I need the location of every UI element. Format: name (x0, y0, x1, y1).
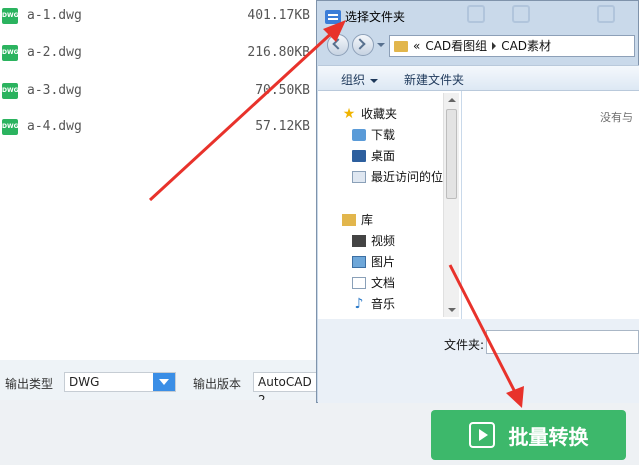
file-size: 70.50KB (255, 83, 310, 98)
nav-item-favorites[interactable]: ★ 收藏夹 (342, 105, 397, 122)
desktop-icon (352, 149, 366, 162)
nav-item-recent[interactable]: 最近访问的位置 (352, 168, 455, 185)
library-icon (342, 213, 356, 226)
address-chevrons[interactable]: « (413, 36, 420, 56)
folder-name-input[interactable] (486, 330, 639, 354)
file-name: a-3.dwg (27, 83, 82, 98)
address-nav-bar: « CAD看图组 CAD素材 (325, 33, 635, 59)
dialog-app-icon (325, 9, 341, 24)
picture-icon (352, 255, 366, 268)
file-size: 401.17KB (247, 8, 310, 23)
folder-name-row: 文件夹: (318, 319, 639, 403)
address-segment[interactable]: CAD素材 (501, 36, 551, 56)
folder-icon (394, 40, 408, 52)
ghost-icon (512, 5, 530, 23)
video-icon (352, 234, 366, 247)
scroll-down-icon[interactable] (448, 308, 456, 312)
file-size: 216.80KB (247, 45, 310, 60)
organize-label: 组织 (341, 73, 366, 87)
file-row[interactable]: DWG a-4.dwg 57.12KB (0, 117, 310, 137)
nav-label: 图片 (371, 255, 396, 269)
navigation-pane: ★ 收藏夹 下载 桌面 最近访问的位置 库 视频 图片 文档 ♪ 音乐 (318, 91, 461, 319)
back-icon (332, 38, 344, 50)
select-folder-dialog: 选择文件夹 « CAD看图组 CAD素材 组织 新建文件夹 ★ 收藏夹 下载 桌面… (316, 0, 639, 403)
music-icon: ♪ (354, 295, 364, 312)
dialog-title-text: 选择文件夹 (345, 10, 406, 24)
nav-item-libraries[interactable]: 库 (342, 211, 373, 228)
file-row[interactable]: DWG a-1.dwg 401.17KB (0, 6, 310, 26)
address-segment[interactable]: CAD看图组 (425, 36, 487, 56)
nav-label: 下载 (371, 128, 396, 142)
chevron-down-icon (370, 78, 379, 83)
new-folder-button[interactable]: 新建文件夹 (404, 71, 464, 88)
nav-label: 库 (361, 213, 374, 227)
dwg-file-icon: DWG (2, 45, 19, 61)
file-row[interactable]: DWG a-2.dwg 216.80KB (0, 43, 310, 63)
ghost-icon (467, 5, 485, 23)
nav-scrollbar[interactable] (443, 93, 459, 317)
scroll-thumb[interactable] (446, 109, 457, 199)
nav-label: 桌面 (371, 149, 396, 163)
nav-item-music[interactable]: ♪ 音乐 (352, 295, 395, 312)
output-type-value: DWG (69, 375, 100, 389)
back-button[interactable] (327, 34, 349, 56)
batch-convert-label: 批量转换 (508, 424, 589, 449)
screen: { "files": [ {"icon_text": "DWG", "name"… (0, 0, 639, 465)
nav-label: 音乐 (371, 297, 396, 311)
dwg-file-icon: DWG (2, 8, 19, 24)
title-bar-background-icons (437, 5, 637, 27)
play-icon (468, 422, 495, 448)
scroll-up-icon[interactable] (448, 98, 456, 102)
address-bar[interactable]: « CAD看图组 CAD素材 (389, 35, 635, 57)
file-size: 57.12KB (255, 119, 310, 134)
command-bar: 组织 新建文件夹 (318, 65, 639, 91)
file-view-pane[interactable]: 没有与 (462, 91, 639, 319)
output-version-select[interactable]: AutoCAD 2 (253, 372, 323, 407)
batch-convert-button[interactable]: 批量转换 (431, 410, 626, 460)
output-version-label: 输出版本 (193, 377, 242, 391)
folder-label: 文件夹: (444, 338, 485, 352)
recent-icon (352, 170, 366, 183)
nav-item-videos[interactable]: 视频 (352, 232, 395, 249)
star-icon: ★ (342, 105, 356, 122)
document-icon (352, 276, 366, 289)
nav-item-downloads[interactable]: 下载 (352, 126, 395, 143)
breadcrumb-arrow-icon[interactable] (492, 42, 497, 50)
select-arrow-icon[interactable] (153, 373, 175, 391)
output-type-label: 输出类型 (5, 377, 54, 391)
organize-button[interactable]: 组织 (341, 71, 379, 88)
nav-label: 视频 (371, 234, 396, 248)
forward-button[interactable] (352, 34, 374, 56)
ghost-icon (597, 5, 615, 23)
nav-item-desktop[interactable]: 桌面 (352, 147, 395, 164)
nav-label: 收藏夹 (361, 107, 398, 121)
file-name: a-2.dwg (27, 45, 82, 60)
download-icon (352, 128, 366, 141)
file-row[interactable]: DWG a-3.dwg 70.50KB (0, 81, 310, 101)
file-name: a-1.dwg (27, 8, 82, 23)
file-name: a-4.dwg (27, 119, 82, 134)
nav-label: 文档 (371, 276, 396, 290)
forward-icon (354, 38, 366, 50)
dwg-file-icon: DWG (2, 83, 19, 99)
recent-pages-dropdown-icon[interactable] (377, 43, 385, 47)
nav-item-documents[interactable]: 文档 (352, 274, 395, 291)
dwg-file-icon: DWG (2, 119, 19, 135)
output-type-select[interactable]: DWG (64, 372, 176, 392)
dialog-title: 选择文件夹 (325, 8, 405, 25)
nav-item-pictures[interactable]: 图片 (352, 253, 395, 270)
empty-folder-message: 没有与 (600, 111, 633, 124)
